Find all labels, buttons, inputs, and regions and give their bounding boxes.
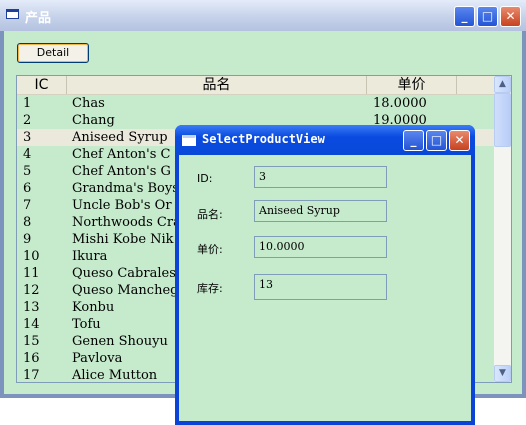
cell-ic: 1 bbox=[23, 96, 32, 111]
window-icon bbox=[6, 9, 19, 19]
scroll-thumb[interactable] bbox=[494, 93, 511, 147]
cell-name: Uncle Bob's Or bbox=[72, 198, 172, 213]
cell-ic: 5 bbox=[23, 164, 32, 179]
minimize-icon: _ bbox=[461, 9, 468, 23]
column-header-price[interactable]: 单价 bbox=[367, 76, 457, 94]
cell-name: Queso Cabrales bbox=[72, 266, 176, 281]
table-row[interactable]: 1 Chas 18.0000 bbox=[17, 95, 495, 112]
cell-name: Aniseed Syrup bbox=[72, 130, 168, 145]
window-icon bbox=[182, 135, 196, 146]
cell-name: Chef Anton's G bbox=[72, 164, 171, 179]
cell-ic: 14 bbox=[23, 317, 40, 332]
select-product-dialog: SelectProductView _ □ ✕ ID: 3 品名: Anisee… bbox=[175, 125, 475, 425]
cell-name: Chef Anton's C bbox=[72, 147, 171, 162]
cell-name: Mishi Kobe Nik bbox=[72, 232, 174, 247]
column-header-ic[interactable]: IC bbox=[17, 76, 67, 94]
cell-ic: 7 bbox=[23, 198, 32, 213]
dialog-close-button[interactable]: ✕ bbox=[449, 130, 470, 151]
vertical-scrollbar[interactable]: ▲ ▼ bbox=[494, 76, 511, 382]
scroll-down-button[interactable]: ▼ bbox=[494, 365, 511, 382]
grid-header: IC 品名 单价 bbox=[17, 76, 495, 95]
cell-name: Chang bbox=[72, 113, 115, 128]
scroll-up-button[interactable]: ▲ bbox=[494, 76, 511, 93]
maximize-icon: □ bbox=[430, 133, 443, 147]
dialog-minimize-button[interactable]: _ bbox=[403, 130, 424, 151]
minimize-icon: _ bbox=[410, 133, 417, 147]
close-icon: ✕ bbox=[505, 9, 516, 23]
cell-ic: 4 bbox=[23, 147, 32, 162]
stock-field[interactable]: 13 bbox=[254, 274, 387, 300]
chevron-down-icon: ▼ bbox=[499, 368, 506, 378]
cell-name: Genen Shouyu bbox=[72, 334, 168, 349]
maximize-button[interactable]: □ bbox=[477, 6, 498, 27]
dialog-maximize-button[interactable]: □ bbox=[426, 130, 447, 151]
close-button[interactable]: ✕ bbox=[500, 6, 521, 27]
cell-ic: 12 bbox=[23, 283, 40, 298]
minimize-button[interactable]: _ bbox=[454, 6, 475, 27]
maximize-icon: □ bbox=[481, 9, 494, 23]
close-icon: ✕ bbox=[454, 133, 465, 147]
cell-name: Alice Mutton bbox=[72, 368, 158, 383]
stock-label: 库存: bbox=[197, 282, 223, 295]
cell-ic: 10 bbox=[23, 249, 40, 264]
cell-name: Tofu bbox=[72, 317, 101, 332]
cell-name: Chas bbox=[72, 96, 105, 111]
cell-ic: 17 bbox=[23, 368, 40, 383]
price-label: 单价: bbox=[197, 243, 223, 256]
cell-ic: 8 bbox=[23, 215, 32, 230]
column-header-name[interactable]: 品名 bbox=[67, 76, 367, 94]
cell-ic: 6 bbox=[23, 181, 32, 196]
id-label: ID: bbox=[197, 172, 213, 185]
dialog-client: ID: 3 品名: Aniseed Syrup 单价: 10.0000 库存: … bbox=[179, 155, 471, 421]
cell-ic: 16 bbox=[23, 351, 40, 366]
dialog-title-bar[interactable]: SelectProductView _ □ ✕ bbox=[175, 125, 475, 155]
detail-button[interactable]: Detail bbox=[17, 43, 89, 63]
cell-name: Konbu bbox=[72, 300, 115, 315]
price-field[interactable]: 10.0000 bbox=[254, 236, 387, 258]
id-field[interactable]: 3 bbox=[254, 166, 387, 188]
cell-name: Northwoods Cra bbox=[72, 215, 181, 230]
name-label: 品名: bbox=[197, 208, 223, 221]
cell-name: Queso Manchego bbox=[72, 283, 187, 298]
cell-name: Ikura bbox=[72, 249, 108, 264]
cell-ic: 13 bbox=[23, 300, 40, 315]
cell-name: Pavlova bbox=[72, 351, 123, 366]
chevron-up-icon: ▲ bbox=[499, 79, 506, 89]
main-window-title: 产品 bbox=[25, 11, 52, 26]
main-title-bar[interactable]: 产品 _ □ ✕ bbox=[0, 0, 526, 31]
cell-ic: 9 bbox=[23, 232, 32, 247]
cell-name: Grandma's Boys bbox=[72, 181, 179, 196]
cell-ic: 11 bbox=[23, 266, 40, 281]
cell-ic: 15 bbox=[23, 334, 40, 349]
cell-ic: 3 bbox=[23, 130, 32, 145]
name-field[interactable]: Aniseed Syrup bbox=[254, 200, 387, 222]
dialog-title: SelectProductView bbox=[202, 132, 325, 146]
cell-price: 18.0000 bbox=[373, 96, 427, 111]
cell-ic: 2 bbox=[23, 113, 32, 128]
